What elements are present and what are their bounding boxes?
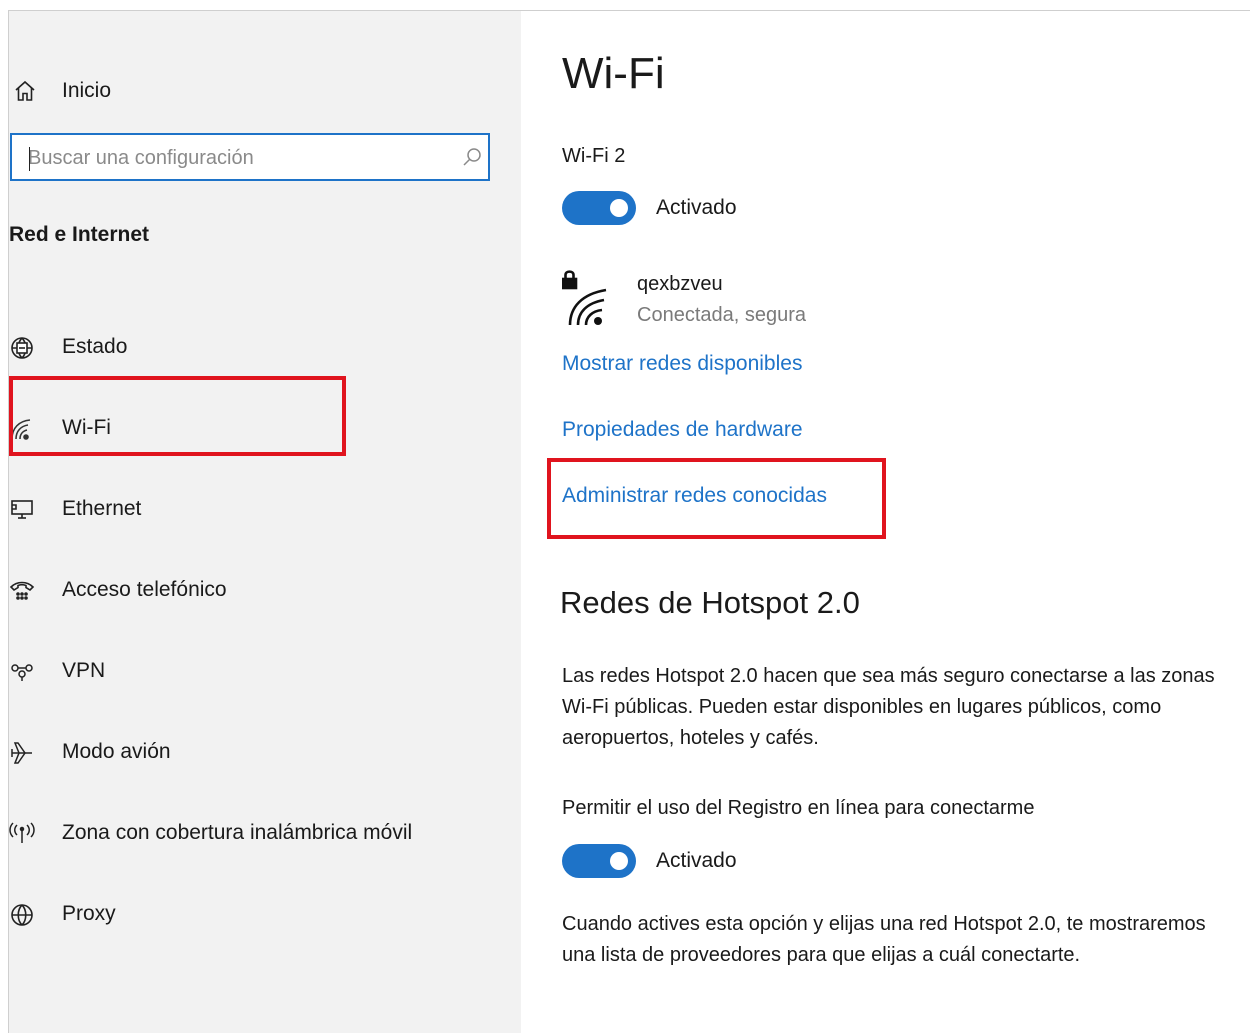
sidebar: Inicio Red e Internet Estado Wi-Fi Ether… [9, 11, 521, 1033]
hotspot-footer-line: Cuando actives esta opción y elijas una … [562, 913, 1206, 935]
adapter-name: Wi-Fi 2 [562, 145, 626, 167]
online-signup-toggle[interactable]: Activado [562, 843, 737, 879]
sidebar-item-label: Acceso telefónico [62, 578, 227, 601]
ethernet-monitor-icon [11, 500, 33, 519]
toggle-knob [610, 852, 628, 870]
vpn-icon [11, 664, 33, 681]
wifi-toggle-label: Activado [656, 196, 737, 219]
online-signup-caption: Permitir el uso del Registro en línea pa… [562, 797, 1035, 819]
globe-status-icon [11, 337, 33, 359]
wifi-secured-icon [562, 270, 607, 326]
sidebar-item-estado[interactable]: Estado [9, 307, 509, 387]
sidebar-item-label: Estado [62, 335, 128, 358]
hotspot-footer-line: una lista de proveedores para que elijas… [562, 944, 1081, 966]
sidebar-item-zona-cobertura[interactable]: Zona con cobertura inalámbrica móvil [9, 793, 509, 873]
online-signup-toggle-switch[interactable] [562, 844, 636, 878]
wifi-icon [11, 419, 31, 440]
hotspot-icon [9, 822, 35, 843]
search-input[interactable] [26, 143, 440, 173]
main-content: Wi-Fi Wi-Fi 2 Activado qexbzveu Conectad… [522, 11, 1250, 1033]
sidebar-item-label: Wi-Fi [62, 416, 111, 439]
connected-network[interactable]: qexbzveu Conectada, segura [562, 269, 962, 333]
wifi-toggle[interactable]: Activado [562, 190, 737, 226]
network-ssid: qexbzveu [637, 273, 723, 295]
sidebar-item-vpn[interactable]: VPN [9, 631, 509, 711]
show-networks-link[interactable]: Mostrar redes disponibles [562, 352, 802, 376]
toggle-knob [610, 199, 628, 217]
section-title: Red e Internet [9, 223, 150, 246]
airplane-icon [11, 742, 32, 764]
globe-icon [11, 904, 33, 926]
sidebar-item-label: Ethernet [62, 497, 142, 520]
dialup-phone-icon [9, 581, 35, 600]
page-title: Wi-Fi [562, 49, 665, 98]
sidebar-item-label: Proxy [62, 902, 116, 925]
sidebar-item-label: Zona con cobertura inalámbrica móvil [62, 821, 413, 844]
sidebar-item-proxy[interactable]: Proxy [9, 874, 509, 954]
sidebar-item-label: VPN [62, 659, 106, 682]
hotspot-description-line: Wi-Fi públicas. Pueden estar disponibles… [562, 696, 1162, 718]
manage-known-networks-link[interactable]: Administrar redes conocidas [562, 484, 827, 508]
sidebar-item-wifi[interactable]: Wi-Fi [9, 388, 509, 468]
hotspot-heading: Redes de Hotspot 2.0 [560, 585, 860, 620]
home-label: Inicio [62, 79, 112, 102]
network-status: Conectada, segura [637, 304, 807, 326]
home-icon [15, 80, 35, 101]
hotspot-description: Las redes Hotspot 2.0 hacen que sea más … [562, 661, 1250, 754]
home-nav-item[interactable]: Inicio [9, 69, 509, 113]
sidebar-item-acceso-telefonico[interactable]: Acceso telefónico [9, 550, 509, 630]
wifi-toggle-switch[interactable] [562, 191, 636, 225]
search-box[interactable] [10, 133, 490, 181]
hotspot-description-line: aeropuertos, hoteles y cafés. [562, 727, 819, 749]
online-signup-toggle-label: Activado [656, 849, 737, 872]
text-caret [29, 147, 30, 171]
hotspot-footer: Cuando actives esta opción y elijas una … [562, 909, 1250, 971]
hotspot-description-line: Las redes Hotspot 2.0 hacen que sea más … [562, 665, 1215, 687]
search-icon[interactable] [462, 147, 482, 167]
sidebar-item-modo-avion[interactable]: Modo avión [9, 712, 509, 792]
sidebar-item-label: Modo avión [62, 740, 171, 763]
hardware-properties-link[interactable]: Propiedades de hardware [562, 418, 803, 442]
sidebar-item-ethernet[interactable]: Ethernet [9, 469, 509, 549]
